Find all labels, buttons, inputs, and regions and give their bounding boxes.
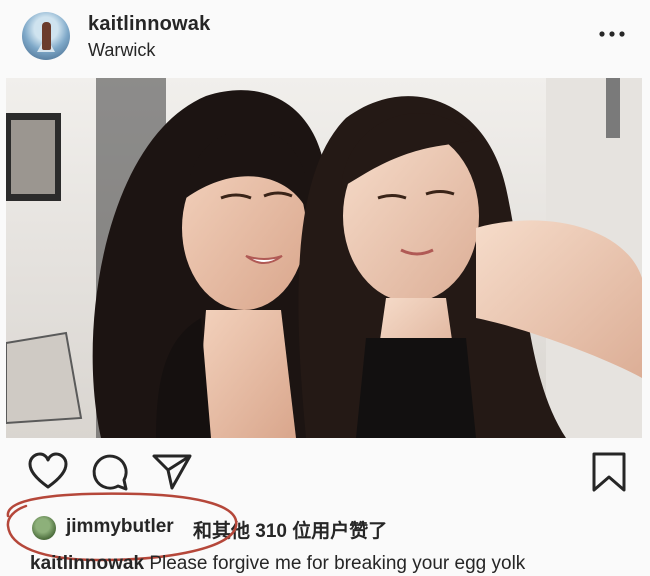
liker-avatar[interactable]	[32, 516, 56, 540]
post-caption: kaitlinnowak Please forgive me for break…	[30, 553, 650, 576]
post-actions-bar	[0, 450, 650, 498]
send-icon[interactable]	[150, 450, 194, 494]
likes-count-text[interactable]: 和其他 310 位用户赞了	[193, 516, 387, 543]
likes-row: jimmybutler 和其他 310 位用户赞了	[0, 508, 650, 544]
profile-avatar[interactable]	[22, 12, 70, 60]
heart-icon[interactable]	[26, 450, 70, 494]
avatar-figure	[42, 22, 51, 50]
comment-icon[interactable]	[88, 450, 132, 494]
post-photo[interactable]	[6, 78, 642, 438]
caption-username[interactable]: kaitlinnowak	[30, 553, 144, 574]
post-photo-illustration	[6, 78, 642, 438]
caption-text: Please forgive me for breaking your egg …	[149, 553, 526, 574]
liker-username[interactable]: jimmybutler	[66, 516, 174, 538]
post-header: kaitlinnowak Warwick	[0, 0, 650, 78]
post-username[interactable]: kaitlinnowak	[88, 13, 210, 36]
post-location[interactable]: Warwick	[88, 40, 155, 61]
more-horizontal-icon[interactable]	[598, 25, 626, 43]
bookmark-icon[interactable]	[588, 450, 632, 494]
